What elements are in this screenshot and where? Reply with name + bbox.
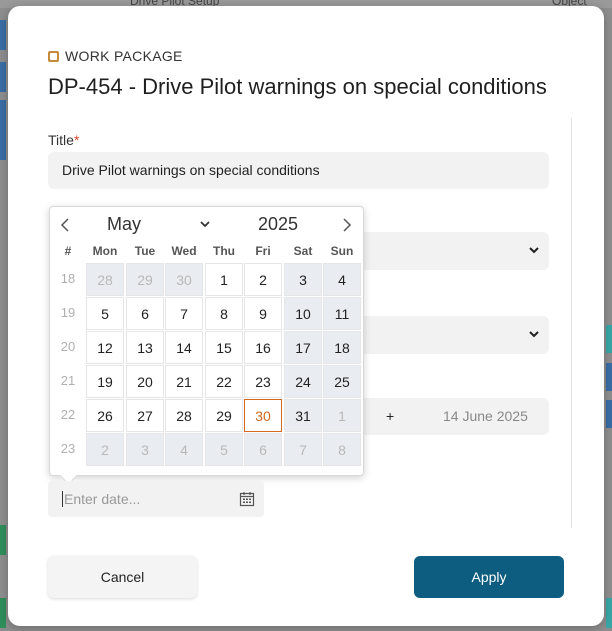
week-number: 22 bbox=[60, 407, 76, 422]
chevron-right-icon[interactable] bbox=[338, 217, 354, 233]
week-number: 19 bbox=[60, 305, 76, 320]
calendar-day[interactable]: 23 bbox=[244, 365, 282, 398]
background-right-stripe bbox=[606, 598, 612, 628]
work-package-modal: WORK PACKAGE DP-454 - Drive Pilot warnin… bbox=[8, 6, 604, 626]
calendar-day[interactable]: 30 bbox=[165, 263, 203, 296]
calendar-day[interactable]: 27 bbox=[126, 399, 164, 432]
calendar-day[interactable]: 5 bbox=[86, 297, 124, 330]
calendar-day[interactable]: 15 bbox=[205, 331, 243, 364]
calendar-day[interactable]: 24 bbox=[284, 365, 322, 398]
week-number: 21 bbox=[60, 373, 76, 388]
page-title: DP-454 - Drive Pilot warnings on special… bbox=[48, 74, 547, 99]
calendar-day[interactable]: 2 bbox=[86, 433, 124, 466]
calendar-day[interactable]: 13 bbox=[126, 331, 164, 364]
calendar-day[interactable]: 29 bbox=[205, 399, 243, 432]
calendar-day[interactable]: 20 bbox=[126, 365, 164, 398]
calendar-day[interactable]: 26 bbox=[86, 399, 124, 432]
calendar-day[interactable]: 7 bbox=[284, 433, 322, 466]
calendar-day[interactable]: 18 bbox=[323, 331, 361, 364]
weekday-label: Wed bbox=[171, 244, 197, 258]
week-number: 23 bbox=[60, 441, 76, 456]
required-mark: * bbox=[73, 132, 80, 148]
calendar-day[interactable]: 5 bbox=[205, 433, 243, 466]
calendar-day[interactable]: 21 bbox=[165, 365, 203, 398]
calendar-day[interactable]: 3 bbox=[284, 263, 322, 296]
calendar-day[interactable]: 28 bbox=[86, 263, 124, 296]
background-sidebar-stripe bbox=[0, 100, 6, 160]
weekday-label: Tue bbox=[134, 244, 156, 258]
calendar-day[interactable]: 17 bbox=[284, 331, 322, 364]
hidden-select-field[interactable] bbox=[362, 232, 549, 270]
calendar-day[interactable]: 6 bbox=[126, 297, 164, 330]
calendar-day[interactable]: 12 bbox=[86, 331, 124, 364]
week-number-header: # bbox=[64, 244, 72, 258]
hidden-select-field[interactable] bbox=[362, 316, 549, 354]
week-number: 18 bbox=[60, 271, 76, 286]
title-label-text: Title bbox=[48, 132, 74, 148]
background-right-stripe bbox=[606, 325, 612, 353]
weekday-label: Fri bbox=[255, 244, 271, 258]
calendar-day[interactable]: 1 bbox=[323, 399, 361, 432]
calendar-day[interactable]: 2 bbox=[244, 263, 282, 296]
chevron-down-icon bbox=[529, 331, 539, 338]
work-package-type: WORK PACKAGE bbox=[48, 48, 183, 64]
weekday-label: Mon bbox=[92, 244, 118, 258]
datepicker-popup: May 2025 # Mon Tue Wed Thu Fri Sat Sun 1… bbox=[49, 206, 364, 476]
background-sidebar-stripe bbox=[0, 598, 6, 628]
text-caret bbox=[62, 491, 63, 507]
weekday-label: Thu bbox=[213, 244, 235, 258]
calendar-day[interactable]: 14 bbox=[165, 331, 203, 364]
calendar-day[interactable]: 11 bbox=[323, 297, 361, 330]
calendar-day[interactable]: 10 bbox=[284, 297, 322, 330]
month-value: May bbox=[107, 214, 142, 234]
calendar-day[interactable]: 31 bbox=[284, 399, 322, 432]
calendar-day[interactable]: 25 bbox=[323, 365, 361, 398]
cancel-button[interactable]: Cancel bbox=[48, 556, 197, 598]
date-input[interactable]: Enter date... bbox=[48, 481, 264, 517]
calendar-day[interactable]: 4 bbox=[165, 433, 203, 466]
work-package-type-label: WORK PACKAGE bbox=[65, 48, 183, 64]
end-date-value: 14 June 2025 bbox=[443, 408, 528, 424]
calendar-day-today[interactable]: 30 bbox=[244, 399, 282, 432]
calendar-day[interactable]: 29 bbox=[126, 263, 164, 296]
background-sidebar-stripe bbox=[0, 20, 6, 50]
background-sidebar-stripe bbox=[0, 62, 6, 92]
chevron-left-icon[interactable] bbox=[58, 217, 74, 233]
year-input[interactable]: 2025 bbox=[258, 213, 298, 235]
weekday-label: Sun bbox=[330, 244, 354, 258]
scroll-divider bbox=[571, 118, 572, 528]
weekday-label: Sat bbox=[293, 244, 313, 258]
calendar-day[interactable]: 7 bbox=[165, 297, 203, 330]
weekday-header-row: # Mon Tue Wed Thu Fri Sat Sun bbox=[50, 241, 363, 261]
week-number: 20 bbox=[60, 339, 76, 354]
apply-button[interactable]: Apply bbox=[414, 556, 564, 598]
duration-field[interactable]: + 14 June 2025 bbox=[362, 398, 549, 435]
calendar-day[interactable]: 16 bbox=[244, 331, 282, 364]
calendar-day[interactable]: 28 bbox=[165, 399, 203, 432]
calendar-day[interactable]: 4 bbox=[323, 263, 361, 296]
title-input[interactable]: Drive Pilot warnings on special conditio… bbox=[48, 152, 549, 189]
calendar-day[interactable]: 9 bbox=[244, 297, 282, 330]
background-sidebar-stripe bbox=[0, 525, 6, 555]
background-right-stripe bbox=[606, 363, 612, 391]
date-input-placeholder: Enter date... bbox=[64, 491, 141, 507]
calendar-day[interactable]: 8 bbox=[205, 297, 243, 330]
background-right-stripe bbox=[606, 400, 612, 428]
calendar-day[interactable]: 6 bbox=[244, 433, 282, 466]
chevron-down-icon bbox=[200, 221, 210, 228]
calendar-day[interactable]: 1 bbox=[205, 263, 243, 296]
calendar-day[interactable]: 3 bbox=[126, 433, 164, 466]
calendar-day[interactable]: 22 bbox=[205, 365, 243, 398]
month-select[interactable]: May bbox=[107, 213, 211, 235]
title-field-label: Title* bbox=[48, 132, 79, 148]
calendar-icon[interactable] bbox=[239, 491, 255, 507]
work-package-type-icon bbox=[48, 50, 59, 62]
calendar-day[interactable]: 19 bbox=[86, 365, 124, 398]
calendar-day[interactable]: 8 bbox=[323, 433, 361, 466]
chevron-down-icon bbox=[529, 247, 539, 254]
duration-plus: + bbox=[386, 408, 395, 424]
